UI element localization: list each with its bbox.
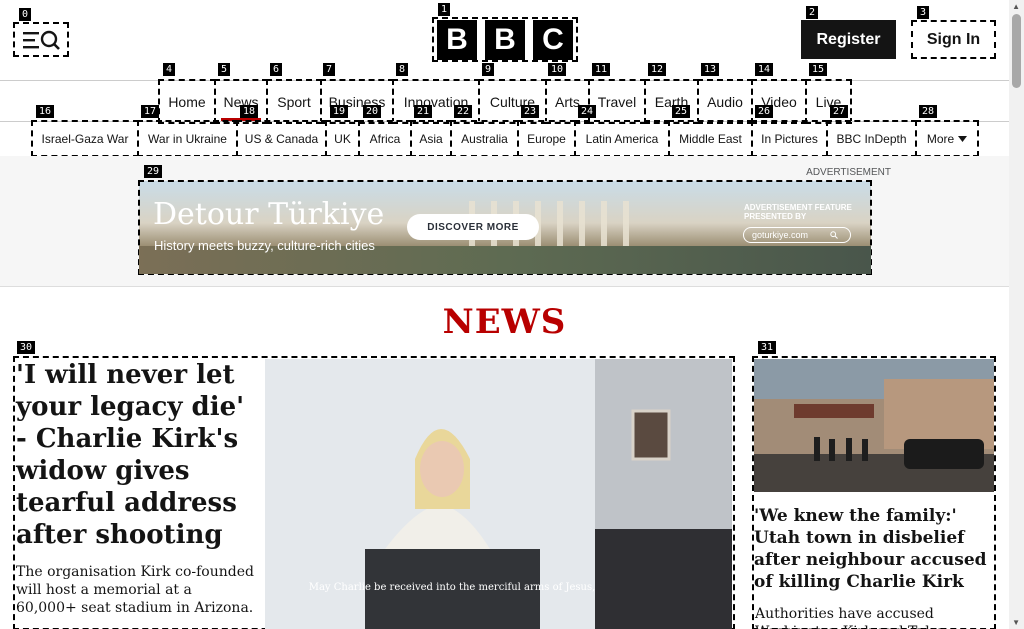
som-label: 26 [755,105,774,118]
podium-text: May Charlie be received into the mercifu… [309,582,596,593]
som-label: 4 [163,63,176,76]
som-label: 3 [917,6,930,19]
som-label: 6 [270,63,283,76]
subnav-israel-gaza-war[interactable]: Israel-Gaza War [31,120,139,157]
lead-story-image[interactable]: May Charlie be received into the mercifu… [265,359,732,629]
som-label: 23 [521,105,540,118]
side-story-photo [754,359,994,492]
som-label: 1 [438,3,451,16]
som-label: 29 [144,165,163,178]
scrollbar-thumb[interactable] [1012,14,1021,88]
search-icon [830,231,838,239]
subnav-middle-east[interactable]: Middle East [668,120,753,157]
som-label: 16 [36,105,55,118]
som-label: 10 [548,63,567,76]
nav-audio[interactable]: Audio [697,79,753,124]
som-label: 24 [578,105,597,118]
ad-feature-text: ADVERTISEMENT FEATURE PRESENTED BY [744,203,852,221]
subnav-europe[interactable]: Europe [517,120,576,157]
ad-label: ADVERTISEMENT [806,167,891,178]
register-button[interactable]: Register [801,20,896,59]
ad-discover-button[interactable]: DISCOVER MORE [407,214,539,240]
logo-letter: B [437,19,477,60]
subnav-us-canada[interactable]: US & Canada [236,120,327,157]
menu-search-icon [23,30,60,50]
scroll-up-icon[interactable]: ▲ [1012,2,1020,11]
subnav-war-in-ukraine[interactable]: War in Ukraine [137,120,238,157]
side-story-title[interactable]: 'We knew the family:' Utah town in disbe… [754,505,994,593]
subnav-more[interactable]: More [915,120,979,157]
som-label: 21 [414,105,433,118]
subnav-asia[interactable]: Asia [410,120,452,157]
som-label: 17 [141,105,160,118]
ad-site-label: goturkiye.com [752,230,809,240]
som-label: 15 [809,63,828,76]
som-label: 13 [701,63,720,76]
som-label: 5 [218,63,231,76]
subnav-uk[interactable]: UK [325,120,360,157]
subnav-bbc-indepth[interactable]: BBC InDepth [826,120,917,157]
som-label: 12 [648,63,667,76]
logo-letter: B [485,19,525,60]
sign-in-button[interactable]: Sign In [911,20,996,59]
som-label: 8 [396,63,409,76]
ad-site-pill[interactable]: goturkiye.com [743,227,851,243]
lead-story-photo: May Charlie be received into the mercifu… [265,359,732,629]
lead-story-summary: The organisation Kirk co-founded will ho… [16,564,254,616]
page-scrollbar[interactable]: ▲ ▼ [1009,0,1024,629]
subnav-more-label: More [926,131,955,146]
som-label: 19 [330,105,349,118]
som-label: 18 [240,105,259,118]
menu-search-button[interactable] [13,22,69,57]
som-label: 22 [454,105,473,118]
nav-home[interactable]: Home [158,79,216,124]
scroll-down-icon[interactable]: ▼ [1012,618,1020,627]
som-label: 31 [758,341,777,354]
som-label: 2 [806,6,819,19]
som-label: 20 [363,105,382,118]
som-label: 11 [592,63,611,76]
subnav-latin-america[interactable]: Latin America [574,120,670,157]
logo-letter: C [533,19,573,60]
som-label: 27 [830,105,849,118]
som-label: 25 [672,105,691,118]
caret-down-icon [958,135,968,142]
som-label: 7 [323,63,336,76]
lead-story-card[interactable]: 'I will never let your legacy die' - Cha… [13,356,735,629]
som-label: 28 [919,105,938,118]
som-label: 0 [19,8,32,21]
subnav-australia[interactable]: Australia [450,120,519,157]
ad-banner[interactable]: Detour Türkiye History meets buzzy, cult… [138,180,872,275]
som-label: 14 [755,63,774,76]
ad-title: Detour Türkiye [153,197,385,232]
side-story-card[interactable]: 'We knew the family:' Utah town in disbe… [752,356,996,629]
ad-subtitle: History meets buzzy, culture-rich cities [154,238,375,253]
side-story-image[interactable] [754,359,994,492]
nav-travel[interactable]: Travel [588,79,646,124]
bbc-logo[interactable]: B B C [432,17,578,62]
side-story-summary: Authorities have accused Washington Kirk… [755,606,945,629]
lead-story-title[interactable]: 'I will never let your legacy die' - Cha… [16,359,256,551]
subnav-in-pictures[interactable]: In Pictures [751,120,828,157]
subnav-africa[interactable]: Africa [358,120,412,157]
nav-sport[interactable]: Sport [266,79,322,124]
som-label: 30 [17,341,36,354]
section-heading: NEWS [442,302,567,342]
som-label: 9 [482,63,495,76]
